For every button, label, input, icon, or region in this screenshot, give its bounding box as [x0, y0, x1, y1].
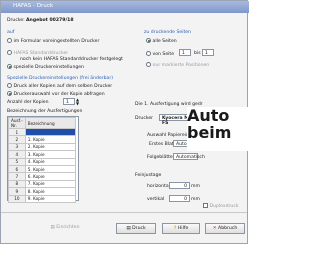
vertical-label: vertikal — [147, 197, 165, 202]
table-row[interactable]: 5 4. Kopie — [8, 157, 76, 166]
to-page-label: bis — [194, 51, 201, 56]
window-title: HAFAS - Druck — [13, 3, 54, 9]
table-row[interactable]: 7 6. Kopie — [8, 172, 76, 181]
to-page-input[interactable]: 1 — [202, 49, 214, 56]
copies-count-label: Anzahl der Kopien — [7, 100, 49, 105]
copies-desc-label: Bezeichnung der Ausfertigungen — [7, 109, 83, 114]
horizontal-label: horizontal — [147, 184, 170, 189]
vertical-unit: mm — [191, 197, 200, 202]
option-marked-positions: nur markierte Positionen — [146, 62, 209, 68]
column-header: Bezeichnung — [24, 117, 76, 129]
printer-group-title: auf — [7, 30, 15, 35]
table-row[interactable]: 8 7. Kopie — [8, 179, 76, 189]
radio-icon — [146, 51, 151, 56]
copies-grid: Ausf.-Nr. Bezeichnung 1 2 1. Kopie 3 2. Kop… — [8, 117, 76, 203]
table-row[interactable]: 4 3. Kopie — [8, 150, 76, 159]
horizontal-input[interactable]: 0 — [169, 182, 190, 189]
copies-spinner-icon[interactable]: ▲ ▼ — [76, 98, 79, 106]
setup-button: ▤ Einrichten — [50, 225, 80, 230]
horizontal-unit: mm — [191, 184, 200, 189]
cancel-icon: ✕ — [212, 226, 217, 231]
table-row[interactable]: 1 — [8, 127, 76, 137]
divider — [1, 212, 247, 213]
first-sheet-label: Erstes Blatt — [149, 142, 176, 147]
radio-icon — [7, 83, 12, 88]
option-same-printer[interactable]: Druck aller Kopien auf dem selben Drucke… — [7, 83, 112, 89]
option-special-settings[interactable]: spezielle Druckereinstellungen — [7, 64, 84, 70]
radio-selected-icon — [146, 38, 151, 43]
help-icon: ? — [173, 226, 177, 231]
option-all-pages[interactable]: alle Seiten — [146, 38, 177, 44]
checkbox-icon — [203, 203, 208, 208]
next-sheets-label: Folgeblätter — [147, 155, 175, 160]
document-name: Angebot 00279/18 — [26, 18, 74, 23]
table-row[interactable]: 10 9. Kopie — [8, 194, 76, 203]
radio-icon — [7, 50, 12, 55]
printer-label: Drucker — [135, 116, 154, 121]
print-label: Drucke: — [7, 18, 25, 23]
table-row[interactable]: 6 5. Kopie — [8, 164, 76, 174]
cancel-button[interactable]: ✕ Abbruch — [205, 223, 245, 234]
table-row[interactable]: 2 1. Kopie — [8, 135, 76, 144]
option-page-range[interactable]: von Seite — [146, 51, 174, 57]
column-header: Ausf.-Nr. — [8, 117, 26, 129]
pages-group-title: zu druckende Seiten — [144, 30, 192, 35]
option-form-printer[interactable]: im Formular voreingestellten Drucker — [7, 38, 99, 44]
background-text: Auto beim — [187, 107, 274, 151]
copies-table: Ausf.-Nr. Bezeichnung 1 2 1. Kopie 3 2. Kop… — [7, 116, 79, 203]
radio-icon — [7, 38, 12, 43]
vertical-input[interactable]: 0 — [169, 195, 190, 202]
table-row[interactable]: 9 8. Kopie — [8, 187, 76, 196]
help-button[interactable]: ? Hilfe — [162, 223, 200, 234]
copies-count-input[interactable]: 1 — [63, 98, 75, 105]
option-standard-printer: HAFAS Standarddrucker — [7, 50, 68, 56]
title-bar: HAFAS - Druck — [1, 1, 249, 13]
duplex-checkbox: Duplexdruck — [203, 203, 239, 209]
standard-printer-note: noch kein HAFAS Standarddrucker festgele… — [20, 57, 123, 62]
radio-selected-icon — [7, 64, 12, 69]
option-ask-printer[interactable]: Druckerauswahl vor der Kopie abfragen — [7, 91, 105, 97]
radio-selected-icon — [7, 91, 12, 96]
from-page-input[interactable]: 1 — [179, 49, 191, 56]
next-sheets-select[interactable]: Automatisch — [173, 153, 205, 160]
special-group-title: Spezielle Druckereinstellungen (frei änd… — [7, 76, 114, 81]
printer-icon: ▤ — [126, 226, 131, 231]
radio-icon — [146, 62, 151, 67]
printer-icon: ▤ — [50, 225, 55, 230]
print-button[interactable]: ▤ Druck — [116, 223, 156, 234]
margin-label: Feinjustage — [135, 173, 162, 178]
table-row[interactable]: 3 2. Kopie — [8, 142, 76, 152]
